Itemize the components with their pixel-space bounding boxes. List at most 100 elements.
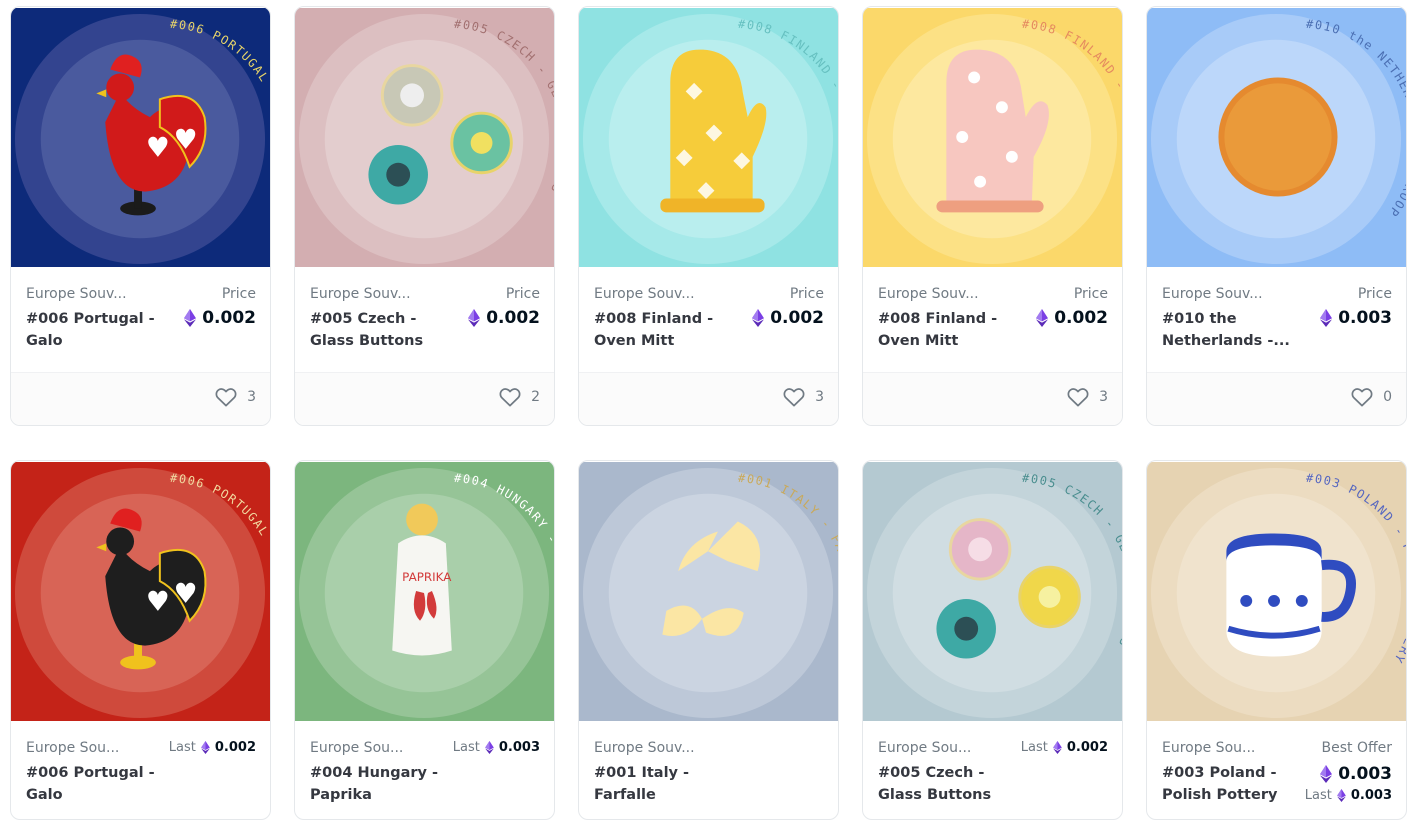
price-amount: 0.003	[1338, 308, 1392, 328]
card-info: Europe Souv... #010 the Netherlands -... P…	[1147, 268, 1406, 358]
collection-name[interactable]: Europe Sou...	[26, 740, 136, 756]
last-amount: 0.003	[1350, 788, 1392, 803]
price-label: Price	[505, 286, 540, 302]
heart-icon[interactable]	[499, 387, 521, 407]
item-name[interactable]: #001 Italy - Farfalle	[594, 762, 734, 806]
card-footer: 3	[579, 372, 838, 425]
nft-card[interactable]: #006 PORTUGAL - GALO Europe Souv... #006 P…	[10, 6, 271, 426]
item-name[interactable]: #006 Portugal - Galo	[26, 308, 166, 352]
collection-name[interactable]: Europe Souv...	[26, 286, 136, 302]
price-value: 0.002	[468, 308, 540, 328]
collection-name[interactable]: Europe Souv...	[594, 286, 704, 302]
card-info: Europe Souv... #005 Czech - Glass Buttons…	[295, 268, 554, 358]
collection-name[interactable]: Europe Souv...	[594, 740, 704, 756]
item-name[interactable]: #008 Finland - Oven Mitt	[878, 308, 1018, 352]
artwork-svg: #005 CZECH - GLASS BUTTONS	[863, 462, 1122, 721]
heart-icon[interactable]	[215, 387, 237, 407]
best-offer-value: 0.003	[1320, 764, 1392, 784]
card-footer: 2	[295, 372, 554, 425]
ethereum-icon	[1036, 309, 1049, 327]
artwork-svg: #005 CZECH - GLASS BUTTONS	[295, 8, 554, 267]
price-value: 0.002	[1036, 308, 1108, 328]
stroopwafel-illustration	[1218, 77, 1338, 197]
like-count: 3	[247, 389, 256, 405]
last-label: Last	[1020, 740, 1048, 755]
card-footer: 3	[11, 372, 270, 425]
price-value: 0.003	[1320, 308, 1392, 328]
heart-icon[interactable]	[783, 387, 805, 407]
nft-card[interactable]: #008 FINLAND - OVEN MITT Europe Souv... #0…	[862, 6, 1123, 426]
item-name[interactable]: #010 the Netherlands -...	[1162, 308, 1302, 352]
nft-card[interactable]: #005 CZECH - GLASS BUTTONS Europe Sou... #…	[862, 460, 1123, 820]
nft-artwork[interactable]: #008 FINLAND - OVEN MITT	[579, 7, 838, 268]
price-label: Price	[789, 286, 824, 302]
favorite-button[interactable]: 0	[1351, 387, 1392, 407]
nft-artwork[interactable]: PAPRIKA#004 HUNGARY - PAPRIKA	[295, 461, 554, 722]
nft-artwork[interactable]: #010 the NETHERLANDS - STROOPWAFEL	[1147, 7, 1406, 268]
nft-artwork[interactable]: #006 PORTUGAL - GALO	[11, 7, 270, 268]
item-name[interactable]: #005 Czech - Glass Buttons	[878, 762, 1018, 806]
artwork-svg: #006 PORTUGAL - GALO	[11, 462, 270, 721]
item-name[interactable]: #005 Czech - Glass Buttons	[310, 308, 450, 352]
nft-artwork[interactable]: #003 POLAND - POLISH POTTERY	[1147, 461, 1406, 722]
nft-card[interactable]: #006 PORTUGAL - GALO Europe Sou... #006 Po…	[10, 460, 271, 820]
price-amount: 0.002	[770, 308, 824, 328]
nft-artwork[interactable]: #006 PORTUGAL - GALO	[11, 461, 270, 722]
artwork-svg: #008 FINLAND - OVEN MITT	[863, 8, 1122, 267]
favorite-button[interactable]: 3	[783, 387, 824, 407]
nft-artwork[interactable]: #008 FINLAND - OVEN MITT	[863, 7, 1122, 268]
ethereum-icon	[1053, 741, 1062, 754]
price-value: 0.002	[184, 308, 256, 328]
favorite-button[interactable]: 2	[499, 387, 540, 407]
heart-icon[interactable]	[1067, 387, 1089, 407]
card-info: Europe Sou... #005 Czech - Glass Buttons L…	[863, 722, 1122, 812]
ethereum-icon	[752, 309, 765, 327]
like-count: 0	[1383, 389, 1392, 405]
last-amount: 0.002	[214, 740, 256, 755]
item-name[interactable]: #004 Hungary - Paprika	[310, 762, 450, 806]
like-count: 2	[531, 389, 540, 405]
favorite-button[interactable]: 3	[1067, 387, 1108, 407]
collection-name[interactable]: Europe Sou...	[1162, 740, 1272, 756]
price-label: Price	[1073, 286, 1108, 302]
card-footer: 3	[863, 372, 1122, 425]
price-label: Price	[221, 286, 256, 302]
item-name[interactable]: #006 Portugal - Galo	[26, 762, 166, 806]
collection-name[interactable]: Europe Sou...	[878, 740, 988, 756]
nft-card[interactable]: #008 FINLAND - OVEN MITT Europe Souv... #0…	[578, 6, 839, 426]
like-count: 3	[815, 389, 824, 405]
card-footer: 0	[1147, 372, 1406, 425]
last-sale: Last 0.002	[169, 740, 256, 755]
price-amount: 0.002	[486, 308, 540, 328]
artwork-svg: #010 the NETHERLANDS - STROOPWAFEL	[1147, 7, 1406, 267]
nft-card[interactable]: #010 the NETHERLANDS - STROOPWAFEL Europe…	[1146, 6, 1407, 426]
nft-card[interactable]: PAPRIKA#004 HUNGARY - PAPRIKA Europe Sou.…	[294, 460, 555, 820]
card-info: Europe Sou... #004 Hungary - Paprika Last 0…	[295, 722, 554, 812]
last-sale: Last 0.003	[1305, 788, 1392, 803]
ethereum-icon	[485, 741, 494, 754]
favorite-button[interactable]: 3	[215, 387, 256, 407]
price-amount: 0.002	[202, 308, 256, 328]
artwork-svg: #003 POLAND - POLISH POTTERY	[1147, 462, 1406, 721]
nft-artwork[interactable]: #001 ITALY - FARFALLE	[579, 461, 838, 722]
last-amount: 0.003	[498, 740, 540, 755]
card-info: Europe Souv... #006 Portugal - Galo Price 0…	[11, 268, 270, 358]
nft-artwork[interactable]: #005 CZECH - GLASS BUTTONS	[295, 7, 554, 268]
item-name[interactable]: #008 Finland - Oven Mitt	[594, 308, 734, 352]
collection-name[interactable]: Europe Souv...	[310, 286, 420, 302]
nft-card[interactable]: #003 POLAND - POLISH POTTERY Europe Sou..…	[1146, 460, 1407, 820]
card-info: Europe Sou... #006 Portugal - Galo Last 0.0…	[11, 722, 270, 812]
collection-name[interactable]: Europe Souv...	[1162, 286, 1272, 302]
ethereum-icon	[201, 741, 210, 754]
nft-artwork[interactable]: #005 CZECH - GLASS BUTTONS	[863, 461, 1122, 722]
nft-card[interactable]: #001 ITALY - FARFALLE Europe Souv... #001 …	[578, 460, 839, 820]
nft-card[interactable]: #005 CZECH - GLASS BUTTONSEurope Souv...…	[294, 6, 555, 426]
collection-name[interactable]: Europe Sou...	[310, 740, 420, 756]
ethereum-icon	[184, 309, 197, 327]
last-sale: Last 0.002	[1021, 740, 1108, 755]
svg-text:PAPRIKA: PAPRIKA	[402, 570, 452, 584]
card-info: Europe Souv... #008 Finland - Oven Mitt Pr…	[863, 268, 1122, 358]
heart-icon[interactable]	[1351, 387, 1373, 407]
item-name[interactable]: #003 Poland - Polish Pottery	[1162, 762, 1302, 806]
collection-name[interactable]: Europe Souv...	[878, 286, 988, 302]
